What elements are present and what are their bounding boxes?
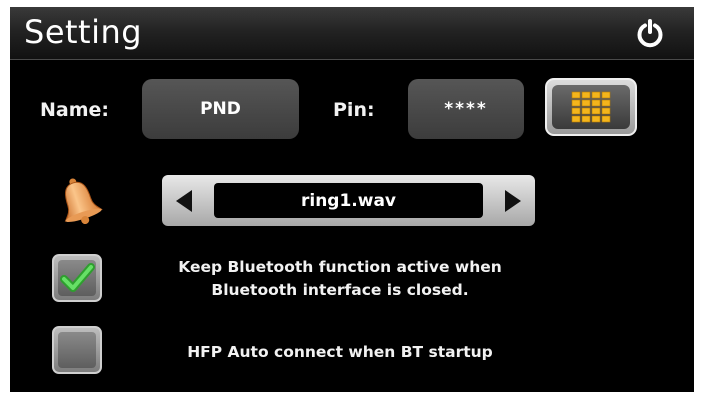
pin-label: Pin: <box>333 99 375 121</box>
arrow-right-icon[interactable] <box>499 187 527 215</box>
keep-bluetooth-line1: Keep Bluetooth function active when <box>178 258 502 276</box>
power-icon[interactable] <box>635 18 665 48</box>
keypad-icon <box>571 91 611 123</box>
name-label: Name: <box>40 99 110 121</box>
keypad-button-face <box>552 85 630 129</box>
ringtone-value: ring1.wav <box>214 183 483 218</box>
settings-screen: Setting Name: PND Pin: **** ring1.wav Ke… <box>10 7 694 392</box>
arrow-left-icon[interactable] <box>170 187 198 215</box>
hfp-autoconnect-checkbox[interactable] <box>52 326 102 374</box>
ringtone-selector: ring1.wav <box>162 175 535 226</box>
keypad-button[interactable] <box>545 78 637 136</box>
name-field[interactable]: PND <box>142 79 299 139</box>
keep-bluetooth-checkbox[interactable] <box>52 254 102 302</box>
checkbox-face <box>58 260 96 296</box>
checkbox-face <box>58 332 96 368</box>
keep-bluetooth-line2: Bluetooth interface is closed. <box>211 281 469 299</box>
checkmark-icon <box>60 263 95 292</box>
hfp-autoconnect-label: HFP Auto connect when BT startup <box>187 343 493 361</box>
pin-field[interactable]: **** <box>408 79 524 139</box>
keep-bluetooth-label: Keep Bluetooth function active when Blue… <box>130 256 550 302</box>
title-bar: Setting <box>10 7 694 60</box>
page-title: Setting <box>24 13 143 51</box>
bell-icon <box>64 178 103 225</box>
